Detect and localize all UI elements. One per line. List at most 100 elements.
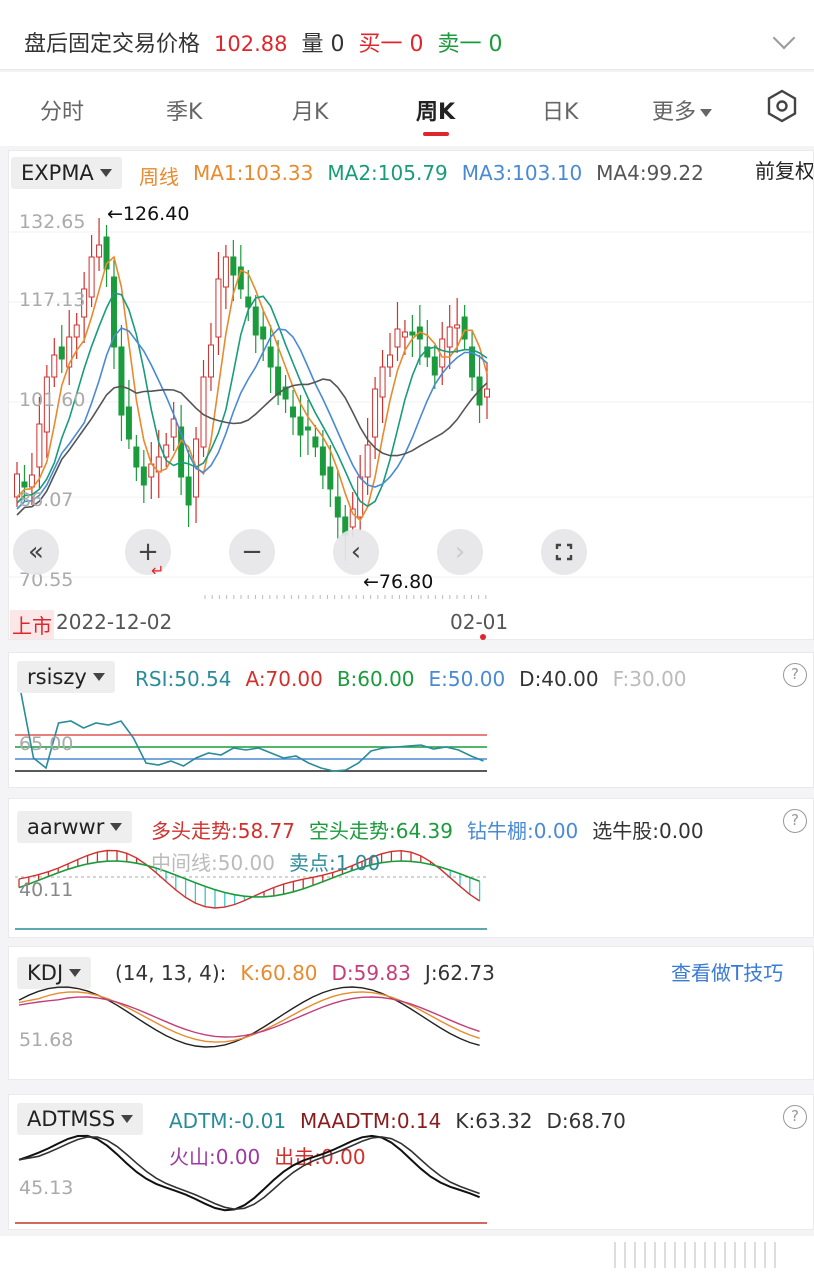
ma2-value: MA2:105.79: [327, 161, 448, 185]
tab-more[interactable]: 更多: [652, 94, 713, 126]
bottom-bar: [0, 1236, 814, 1280]
candle-body: [469, 346, 476, 378]
rsi-panel: rsiszy RSI:50.54 A:70.00 B:60.00 E:50.00…: [8, 652, 814, 788]
high-annotation: ←126.40: [107, 203, 190, 225]
aar-legend-2: 中间线:50.00 卖点:1.00: [151, 847, 380, 876]
candle-body: [431, 356, 438, 376]
candle-body: [133, 446, 140, 468]
chevron-down-icon[interactable]: [772, 26, 796, 50]
candle-body: [327, 466, 334, 490]
candle-body: [185, 476, 192, 506]
y-label-4: 86.07: [19, 489, 74, 511]
y-label-3: 101.60: [19, 389, 86, 411]
ma-legend: 周线 MA1:103.33 MA2:105.79 MA3:103.10 MA4:…: [139, 161, 704, 190]
candle-body: [51, 354, 58, 378]
quote-row: 盘后固定交易价格 102.88 量 0 买一 0 卖一 0: [24, 26, 503, 58]
after-hours-label: 盘后固定交易价格: [24, 32, 201, 57]
candle-body: [200, 376, 207, 448]
end-date: 02-01: [450, 610, 509, 634]
candle-body: [394, 328, 401, 348]
candle-body: [334, 496, 341, 518]
candle-body: [170, 418, 177, 438]
ma-line: [16, 327, 488, 510]
return-arrow-icon: ↵: [151, 561, 165, 580]
candle-body: [88, 256, 95, 298]
candle-body: [252, 306, 259, 336]
kdj-chart: [18, 986, 480, 1048]
adtm-line: [18, 1134, 480, 1212]
candle-body: [379, 366, 386, 398]
tab-intraday[interactable]: 分时: [40, 94, 84, 126]
adjust-mode[interactable]: 前复权: [755, 155, 813, 184]
kdj-panel: KDJ (14, 13, 4): K:60.80 D:59.83 J:62.73…: [8, 946, 814, 1080]
tab-daily-k[interactable]: 日K: [542, 94, 578, 126]
kdj-line: [18, 986, 480, 1048]
start-date: 2022-12-02: [56, 610, 173, 634]
tab-monthly-k[interactable]: 月K: [292, 94, 328, 126]
kdj-y-label: 51.68: [19, 1029, 74, 1051]
candle-body: [36, 423, 43, 468]
candle-body: [267, 346, 274, 368]
candle-body: [290, 406, 297, 418]
y-label-top: 132.65: [19, 211, 86, 233]
period-label: 周线: [139, 165, 179, 189]
candle-body: [140, 466, 147, 486]
caret-down-icon: [700, 109, 713, 117]
candle-body: [304, 426, 311, 431]
ma-line: [16, 292, 488, 508]
scroll-indicator: [614, 1242, 784, 1268]
fullscreen-corners-icon: [555, 543, 573, 561]
ma3-value: MA3:103.10: [461, 161, 583, 185]
next-button[interactable]: ›: [437, 529, 483, 575]
bid-value: 买一 0: [358, 32, 424, 57]
zoom-out-button[interactable]: −: [229, 529, 275, 575]
candle-body: [21, 481, 28, 488]
low-annotation: ←76.80: [363, 571, 434, 593]
candle-body: [297, 416, 304, 436]
after-hours-price: 102.88: [214, 32, 288, 56]
main-indicator-selector[interactable]: EXPMA: [11, 157, 122, 189]
candle-body: [275, 366, 282, 396]
caret-down-icon: [99, 169, 112, 177]
candle-body: [215, 278, 222, 338]
candle-body: [484, 388, 490, 398]
tab-quarterly-k[interactable]: 季K: [166, 94, 202, 126]
aarwwr-panel: aarwwr 多头走势:58.77 空头走势:64.39 钻牛棚:0.00 选牛…: [8, 798, 814, 938]
active-tab-indicator: [422, 132, 449, 136]
main-indicator-label: EXPMA: [21, 161, 94, 185]
volume-label: 量 0: [301, 32, 345, 57]
ask-value: 卖一 0: [437, 32, 503, 57]
aar-y-label: 40.11: [19, 879, 74, 901]
ma-line: [16, 255, 488, 522]
candle-body: [207, 344, 214, 378]
period-tabs: 分时 季K 月K 周K 日K 更多: [0, 72, 814, 146]
date-axis: 上市 2022-12-02 02-01: [8, 606, 814, 640]
candle-body: [260, 326, 267, 340]
fullscreen-icon[interactable]: [541, 529, 587, 575]
candle-body: [58, 346, 65, 360]
settings-hexagon-icon[interactable]: [764, 88, 800, 124]
candle-body: [222, 256, 229, 288]
adtm-panel: ADTMSS ADTM:-0.01 MAADTM:0.14 K:63.32 D:…: [8, 1094, 814, 1230]
rewind-button[interactable]: «: [13, 529, 59, 575]
ma1-value: MA1:103.33: [193, 161, 314, 185]
rsi-chart: [15, 692, 487, 772]
kline-panel: EXPMA 周线 MA1:103.33 MA2:105.79 MA3:103.1…: [8, 150, 814, 640]
quote-bar: 盘后固定交易价格 102.88 量 0 买一 0 卖一 0: [0, 0, 814, 70]
adtm-line: [18, 1136, 480, 1211]
previous-button[interactable]: ‹: [333, 529, 379, 575]
candle-body: [409, 331, 416, 336]
y-label-2: 117.13: [19, 289, 86, 311]
candle-body: [454, 324, 461, 329]
kdj-line: [18, 996, 480, 1038]
candle-body: [96, 244, 103, 258]
aar-sell: 卖点:1.00: [289, 851, 381, 875]
candle-body: [230, 256, 237, 276]
ma4-value: MA4:99.22: [596, 161, 704, 185]
candle-body: [401, 331, 408, 338]
tab-weekly-k[interactable]: 周K: [416, 94, 455, 136]
adtm-y-label: 45.13: [19, 1177, 74, 1199]
candle-body: [118, 346, 125, 416]
candle-body: [125, 406, 132, 440]
listed-label: 上市: [10, 610, 54, 639]
